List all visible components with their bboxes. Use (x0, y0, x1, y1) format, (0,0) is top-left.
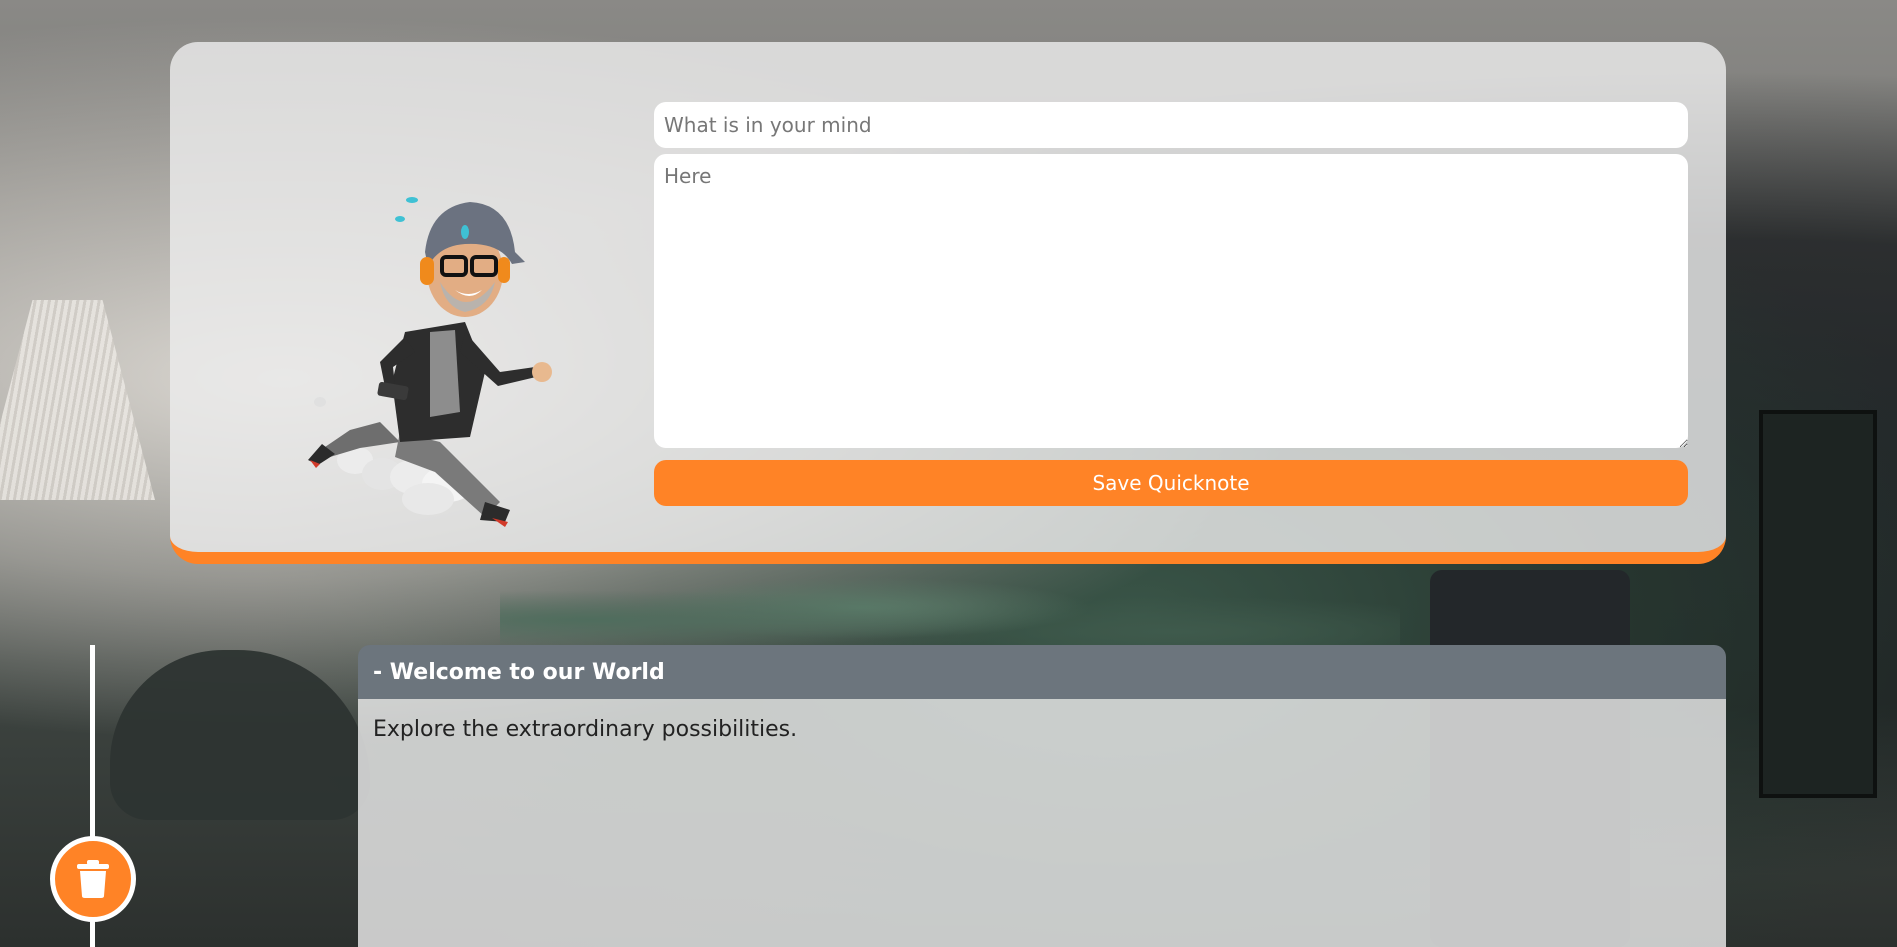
note-content: Explore the extraordinary possibilities. (358, 699, 1726, 947)
note-body-text: Explore the extraordinary possibilities. (373, 717, 798, 742)
note-card: - Welcome to our World Explore the extra… (358, 645, 1726, 947)
running-avatar-image (308, 197, 552, 527)
background-chair (110, 650, 370, 820)
background-monitor (1759, 410, 1877, 798)
note-title-input[interactable] (654, 102, 1688, 148)
note-title: - Welcome to our World (358, 645, 1726, 699)
trash-icon (77, 860, 109, 898)
background-lamp (0, 300, 155, 500)
delete-note-button[interactable] (50, 836, 136, 922)
note-body-textarea[interactable] (654, 154, 1688, 448)
note-composer: Save Quicknote (170, 42, 1726, 564)
save-quicknote-button[interactable]: Save Quicknote (654, 460, 1688, 506)
